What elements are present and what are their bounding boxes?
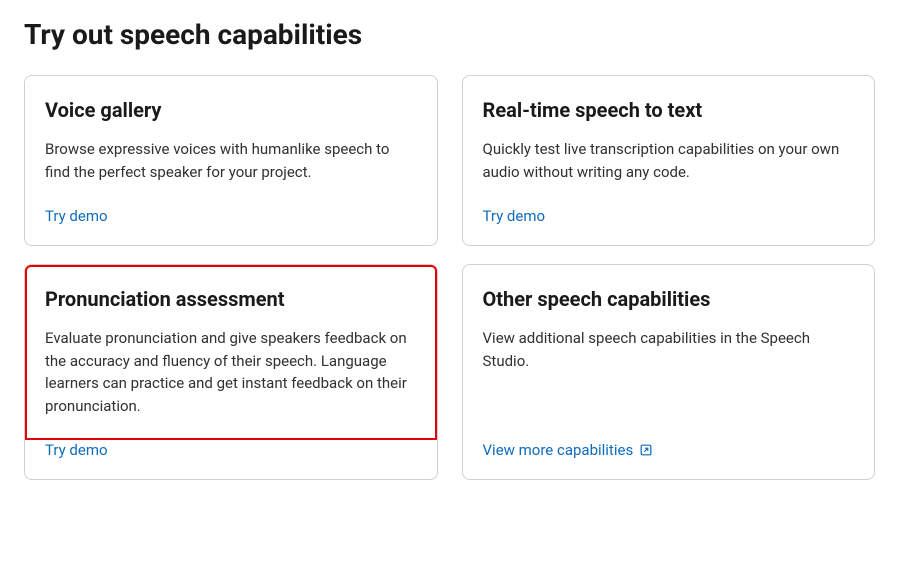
card-title: Other speech capabilities xyxy=(483,287,855,311)
page-title: Try out speech capabilities xyxy=(24,18,875,51)
card-description: Evaluate pronunciation and give speakers… xyxy=(45,327,417,417)
view-more-capabilities-link[interactable]: View more capabilities xyxy=(483,441,654,459)
card-description: Quickly test live transcription capabili… xyxy=(483,138,855,183)
card-title: Pronunciation assessment xyxy=(45,287,417,311)
card-description: View additional speech capabilities in t… xyxy=(483,327,855,417)
card-pronunciation-assessment: Pronunciation assessment Evaluate pronun… xyxy=(24,264,438,480)
card-other-speech-capabilities: Other speech capabilities View additiona… xyxy=(462,264,876,480)
card-realtime-speech-to-text: Real-time speech to text Quickly test li… xyxy=(462,75,876,246)
try-demo-link[interactable]: Try demo xyxy=(483,207,546,225)
external-link-icon xyxy=(639,443,653,457)
card-description: Browse expressive voices with humanlike … xyxy=(45,138,417,183)
card-title: Voice gallery xyxy=(45,98,417,122)
cards-grid: Voice gallery Browse expressive voices w… xyxy=(24,75,875,480)
card-title: Real-time speech to text xyxy=(483,98,855,122)
card-voice-gallery: Voice gallery Browse expressive voices w… xyxy=(24,75,438,246)
try-demo-link[interactable]: Try demo xyxy=(45,441,108,459)
link-label: View more capabilities xyxy=(483,441,634,459)
try-demo-link[interactable]: Try demo xyxy=(45,207,108,225)
